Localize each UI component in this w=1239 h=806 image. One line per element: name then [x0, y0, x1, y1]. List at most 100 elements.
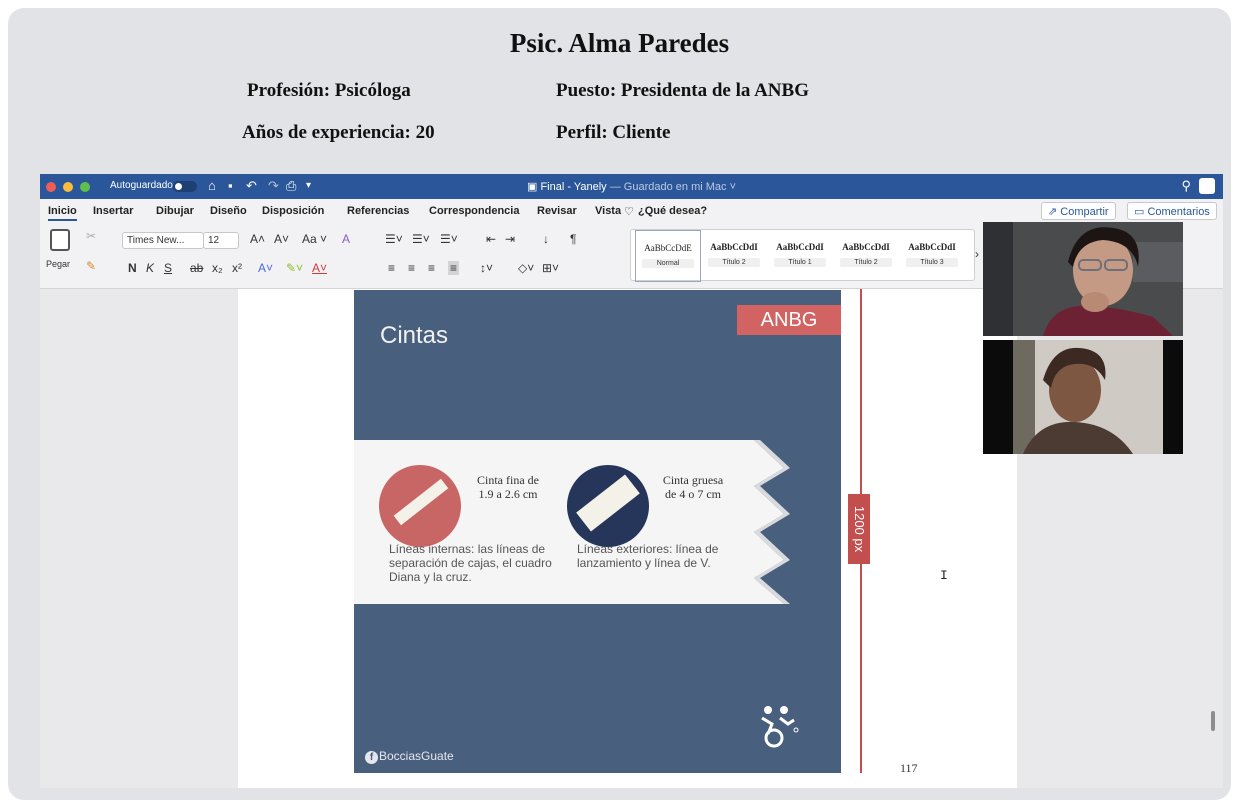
subscript-icon[interactable]: x₂ [212, 261, 223, 275]
thin-tape-icon [379, 465, 461, 547]
video-tile-participant-2 [983, 340, 1183, 454]
anbg-badge: ANBG [737, 305, 841, 335]
style-sample: AaBbCcDdI [842, 242, 890, 252]
italic-button[interactable]: K [146, 261, 154, 275]
decrease-indent-icon[interactable]: ⇤ [486, 232, 496, 246]
bullets-icon[interactable]: ☰˅ [385, 232, 403, 246]
justify-icon[interactable]: ≡ [448, 261, 460, 275]
dimension-tag: 1200 px [848, 494, 870, 564]
participant-video-1 [983, 222, 1183, 336]
document-title: ▣ Final - Yanely — Guardado en mi Mac ˅ [40, 180, 1223, 193]
dimension-label: 1200 px [852, 505, 867, 553]
thick-tape-icon [567, 465, 649, 547]
borders-icon[interactable]: ⊞˅ [542, 261, 559, 275]
tab-diseno[interactable]: Diseño [210, 205, 247, 217]
menu-bar: Inicio Insertar Dibujar Diseño Disposici… [40, 199, 1223, 223]
label-line: Cinta gruesa [662, 473, 724, 487]
paste-label[interactable]: Pegar [46, 259, 70, 269]
tape-strip-icon [576, 474, 640, 532]
increase-indent-icon[interactable]: ⇥ [505, 232, 515, 246]
multilevel-list-icon[interactable]: ☰˅ [440, 232, 458, 246]
shrink-font-icon[interactable]: A˅ [274, 232, 289, 246]
thin-tape-description: Líneas internas: las líneas de separació… [389, 542, 552, 584]
account-icon[interactable] [1199, 178, 1215, 194]
search-icon[interactable]: ⚲ [1181, 178, 1191, 194]
tab-inicio[interactable]: Inicio [48, 205, 77, 221]
shading-icon[interactable]: ◇˅ [518, 261, 534, 275]
font-color-icon[interactable]: A˅ [312, 261, 327, 275]
style-normal[interactable]: AaBbCcDdE Normal [635, 230, 701, 282]
style-name: Título 2 [840, 258, 892, 267]
paste-icon[interactable] [50, 229, 70, 251]
experience-field: Años de experiencia: 20 [242, 122, 435, 143]
lightbulb-icon: ♡ [624, 206, 634, 218]
tab-referencias[interactable]: Referencias [347, 205, 409, 217]
participant-name: Psic. Alma Paredes [509, 28, 730, 58]
highlight-icon[interactable]: ✎˅ [286, 261, 303, 275]
clear-format-icon[interactable]: A [342, 232, 350, 246]
text-cursor-icon: I [940, 568, 948, 583]
align-left-icon[interactable]: ≡ [388, 261, 395, 275]
boccia-logo-icon [761, 706, 799, 748]
align-right-icon[interactable]: ≡ [428, 261, 435, 275]
style-titulo-2b[interactable]: AaBbCcDdI Título 2 [833, 230, 899, 282]
tab-insertar[interactable]: Insertar [93, 205, 133, 217]
text-effects-icon[interactable]: A˅ [258, 261, 273, 275]
tab-dibujar[interactable]: Dibujar [156, 205, 194, 217]
profession-field: Profesión: Psicóloga [247, 80, 411, 101]
style-sample: AaBbCcDdI [908, 242, 956, 252]
strikethrough-icon[interactable]: ab [190, 261, 203, 275]
label-line: 1.9 a 2.6 cm [478, 487, 538, 501]
document-page[interactable]: Cintas ANBG Cinta fina de 1.9 a 2.6 cm Ci… [238, 289, 1017, 788]
style-sample: AaBbCcDdI [776, 242, 824, 252]
tab-revisar[interactable]: Revisar [537, 205, 577, 217]
document-name: Final - Yanely [540, 181, 607, 193]
format-painter-icon[interactable]: ✎ [86, 259, 96, 273]
style-titulo-2[interactable]: AaBbCcDdI Título 2 [701, 230, 767, 282]
scrollbar-thumb[interactable] [1211, 711, 1215, 731]
footer-text: BocciasGuate [379, 749, 454, 763]
facebook-icon: f [365, 751, 378, 764]
more-styles-icon[interactable]: › [975, 247, 979, 261]
profile-field: Perfil: Cliente [556, 122, 671, 143]
font-name-select[interactable]: Times New... [122, 232, 204, 249]
align-center-icon[interactable]: ≡ [408, 261, 415, 275]
thick-tape-description: Líneas exteriores: línea de lanzamiento … [577, 542, 719, 570]
style-name: Título 3 [906, 258, 958, 267]
tab-correspondencia[interactable]: Correspondencia [429, 205, 519, 217]
tape-strip-icon [393, 478, 449, 526]
slide-image: Cintas ANBG Cinta fina de 1.9 a 2.6 cm Ci… [354, 290, 841, 773]
line-spacing-icon[interactable]: ↕˅ [480, 261, 493, 275]
label-line: Cinta fina de [477, 473, 539, 487]
style-name: Título 1 [774, 258, 826, 267]
tell-me-search[interactable]: ¿Qué desea? [638, 205, 707, 217]
bold-button[interactable]: N [128, 261, 137, 275]
document-icon: ▣ [526, 181, 541, 193]
position-field: Puesto: Presidenta de la ANBG [556, 80, 809, 101]
tab-vista[interactable]: Vista [595, 205, 621, 217]
sort-icon[interactable]: ↓ [543, 232, 549, 246]
style-titulo-3[interactable]: AaBbCcDdI Título 3 [899, 230, 965, 282]
change-case-icon[interactable]: Aa ˅ [302, 232, 327, 246]
share-icon: ⇗ [1048, 206, 1061, 218]
grow-font-icon[interactable]: A˄ [250, 232, 265, 246]
style-sample: AaBbCcDdE [644, 243, 692, 253]
numbering-icon[interactable]: ☰˅ [412, 232, 430, 246]
thin-tape-label: Cinta fina de 1.9 a 2.6 cm [463, 473, 553, 501]
slide-footer: f BocciasGuate [365, 749, 454, 764]
show-marks-icon[interactable]: ¶ [570, 232, 576, 246]
share-button[interactable]: ⇗ Compartir [1041, 202, 1116, 220]
font-size-select[interactable]: 12 [203, 232, 239, 249]
tab-disposicion[interactable]: Disposición [262, 205, 324, 217]
style-titulo-1[interactable]: AaBbCcDdI Título 1 [767, 230, 833, 282]
title-bar: Autoguardado ⌂ ▪ ↶ ↷ ⎙ ▾ ▣ Final - Yanel… [40, 174, 1223, 199]
cut-icon[interactable]: ✂ [86, 229, 96, 243]
page-number: 117 [900, 761, 918, 775]
thick-tape-label: Cinta gruesa de 4 o 7 cm [648, 473, 738, 501]
share-label: Compartir [1060, 206, 1109, 218]
superscript-icon[interactable]: x² [232, 261, 242, 275]
comment-icon: ▭ [1134, 206, 1148, 218]
underline-button[interactable]: S [164, 261, 172, 275]
comments-button[interactable]: ▭ Comentarios [1127, 202, 1217, 220]
comments-label: Comentarios [1147, 206, 1210, 218]
